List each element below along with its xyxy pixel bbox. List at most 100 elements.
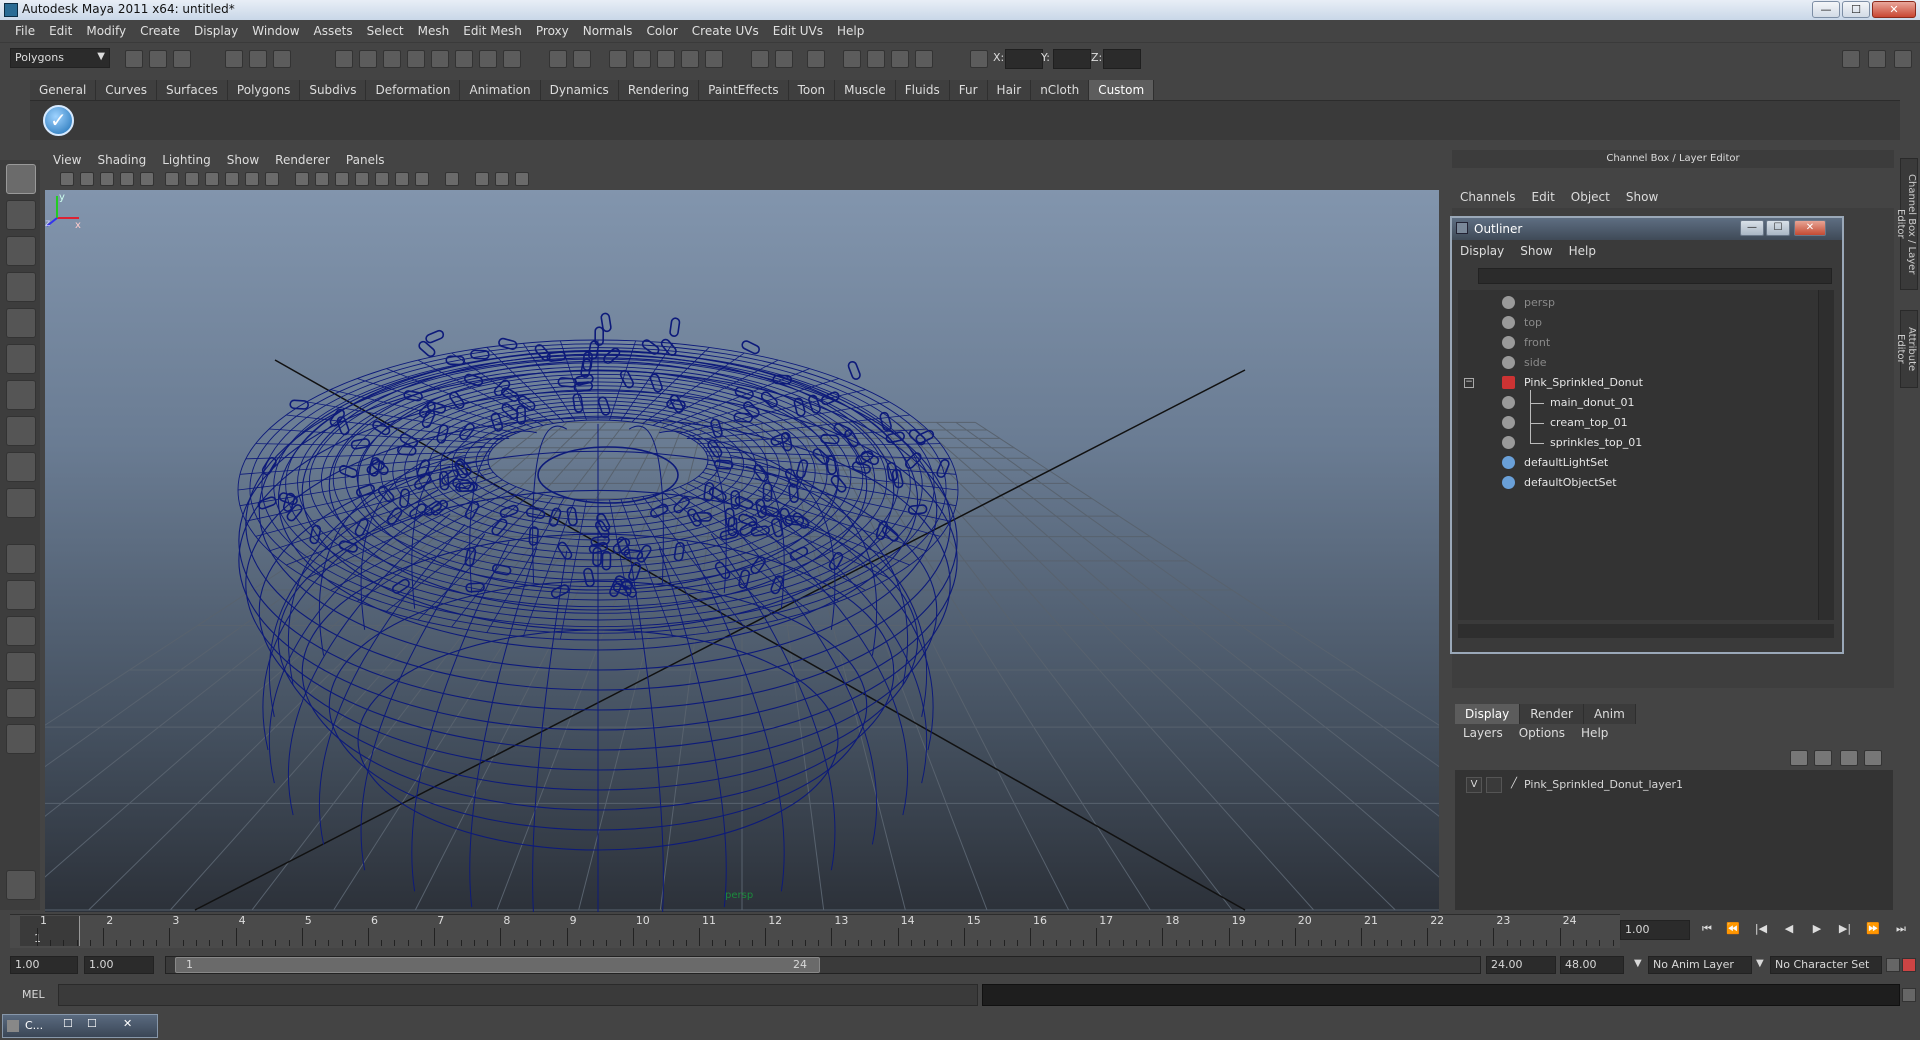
outliner-horizontal-scrollbar[interactable]: [1458, 624, 1834, 638]
camera-select-icon[interactable]: [60, 172, 74, 186]
character-set-dropdown-icon[interactable]: ▼: [1756, 958, 1764, 969]
select-tool-icon[interactable]: [6, 164, 36, 194]
render-settings-icon[interactable]: [915, 50, 933, 68]
output-ops-icon[interactable]: [775, 50, 793, 68]
field-chart-icon[interactable]: [225, 172, 239, 186]
custom-layout-icon[interactable]: [6, 724, 36, 754]
range-slider-handle[interactable]: 1 24: [175, 957, 820, 973]
select-dynamic-icon[interactable]: [455, 50, 473, 68]
step-back-key-icon[interactable]: |◀: [1752, 922, 1770, 938]
layer-tab-anim[interactable]: Anim: [1583, 704, 1636, 724]
select-handle-icon[interactable]: [335, 50, 353, 68]
viewport-menu-panels[interactable]: Panels: [338, 152, 393, 170]
image-plane-icon[interactable]: [120, 172, 134, 186]
command-input[interactable]: [58, 984, 978, 1006]
minimized-window[interactable]: C... ☐ ☐ ✕: [2, 1014, 158, 1038]
menu-assets[interactable]: Assets: [307, 24, 360, 38]
outliner-minimize-button[interactable]: —: [1740, 220, 1764, 236]
menu-set-dropdown[interactable]: Polygons ▼: [10, 48, 110, 68]
outliner-item-sprinkles-top[interactable]: sprinkles_top_01: [1458, 434, 1818, 452]
close-icon[interactable]: ✕: [123, 1017, 132, 1030]
viewport-menu-renderer[interactable]: Renderer: [267, 152, 338, 170]
side-tab-attribute-editor[interactable]: Attribute Editor: [1895, 310, 1918, 388]
channel-box-menu-object[interactable]: Object: [1563, 190, 1618, 208]
smooth-shading-icon[interactable]: [315, 172, 329, 186]
rotate-tool-icon[interactable]: [6, 308, 36, 338]
select-surface-icon[interactable]: [407, 50, 425, 68]
single-perspective-layout-icon[interactable]: [6, 544, 36, 574]
outliner-vertical-scrollbar[interactable]: [1818, 290, 1834, 620]
outliner-title-bar[interactable]: Outliner — ☐ ✕: [1452, 218, 1842, 240]
new-layer-from-selected-icon[interactable]: [1864, 750, 1882, 766]
menu-edit-uvs[interactable]: Edit UVs: [766, 24, 830, 38]
isolate-select-icon[interactable]: [445, 172, 459, 186]
shadows-icon[interactable]: [415, 172, 429, 186]
go-to-end-icon[interactable]: ⏭: [1892, 922, 1910, 938]
time-slider[interactable]: [10, 914, 1620, 948]
step-forward-key-icon[interactable]: ▶|: [1836, 922, 1854, 938]
shelf-tab-fluids[interactable]: Fluids: [895, 80, 950, 100]
outliner-filter-input[interactable]: [1478, 268, 1832, 284]
outliner-item-default-light-set[interactable]: defaultLightSet: [1458, 454, 1818, 472]
layer-row[interactable]: V ╱ Pink_Sprinkled_Donut_layer1: [1458, 776, 1890, 794]
shelf-tab-surfaces[interactable]: Surfaces: [156, 80, 228, 100]
menu-modify[interactable]: Modify: [79, 24, 133, 38]
render-frame-icon[interactable]: [867, 50, 885, 68]
play-forwards-icon[interactable]: ▶: [1808, 922, 1826, 938]
outliner-item-pink-sprinkled-donut[interactable]: − Pink_Sprinkled_Donut: [1458, 374, 1818, 392]
move-layer-up-icon[interactable]: [1790, 750, 1808, 766]
menu-edit-mesh[interactable]: Edit Mesh: [456, 24, 529, 38]
resolution-gate-icon[interactable]: [185, 172, 199, 186]
persp-outliner-layout-icon[interactable]: [6, 616, 36, 646]
y-field[interactable]: [1053, 49, 1091, 69]
side-tab-channel-box[interactable]: Channel Box / Layer Editor: [1895, 158, 1918, 290]
paint-select-tool-icon[interactable]: [6, 236, 36, 266]
film-gate-icon[interactable]: [165, 172, 179, 186]
menu-normals[interactable]: Normals: [576, 24, 640, 38]
render-view-icon[interactable]: [843, 50, 861, 68]
menu-create-uvs[interactable]: Create UVs: [685, 24, 766, 38]
safe-action-icon[interactable]: [245, 172, 259, 186]
all-lights-icon[interactable]: [395, 172, 409, 186]
shelf-tab-fur[interactable]: Fur: [949, 80, 988, 100]
maximize-button[interactable]: ☐: [1842, 1, 1870, 18]
select-render-icon[interactable]: [479, 50, 497, 68]
script-editor-icon[interactable]: [1902, 988, 1916, 1002]
move-tool-icon[interactable]: [6, 272, 36, 302]
anim-layer-dropdown-icon[interactable]: ▼: [1634, 958, 1642, 969]
select-hierarchy-icon[interactable]: [225, 50, 243, 68]
xray-joints-icon[interactable]: [495, 172, 509, 186]
tool-settings-toggle-icon[interactable]: [1868, 50, 1886, 68]
make-live-icon[interactable]: [705, 50, 723, 68]
shelf-tab-ncloth[interactable]: nCloth: [1031, 80, 1090, 100]
construction-history-icon[interactable]: [807, 50, 825, 68]
persp-graph-layout-icon[interactable]: [6, 652, 36, 682]
playback-end-field[interactable]: 24.00: [1486, 956, 1556, 974]
close-button[interactable]: ✕: [1872, 1, 1916, 18]
playback-start-field[interactable]: 1.00: [84, 956, 154, 974]
menu-window[interactable]: Window: [245, 24, 306, 38]
checkmark-shelf-icon[interactable]: ✓: [43, 105, 74, 136]
select-deformer-icon[interactable]: [431, 50, 449, 68]
layer-display-type-toggle[interactable]: [1486, 777, 1502, 793]
play-backwards-icon[interactable]: ◀: [1780, 922, 1798, 938]
shelf-tab-subdivs[interactable]: Subdivs: [300, 80, 367, 100]
outliner-item-main-donut[interactable]: main_donut_01: [1458, 394, 1818, 412]
outliner-menu-display[interactable]: Display: [1452, 244, 1512, 262]
quick-layout-icon[interactable]: [6, 870, 36, 900]
shelf-tab-muscle[interactable]: Muscle: [835, 80, 896, 100]
auto-key-icon[interactable]: [1886, 958, 1900, 972]
channel-box-toggle-icon[interactable]: [1894, 50, 1912, 68]
soft-mod-tool-icon[interactable]: [6, 416, 36, 446]
snap-plane-icon[interactable]: [681, 50, 699, 68]
viewport-menu-view[interactable]: View: [45, 152, 89, 170]
layer-tab-render[interactable]: Render: [1520, 704, 1584, 724]
shelf-tab-rendering[interactable]: Rendering: [618, 80, 700, 100]
manipulator-tool-icon[interactable]: [6, 380, 36, 410]
animation-preferences-icon[interactable]: [1902, 958, 1916, 972]
select-component-icon[interactable]: [273, 50, 291, 68]
scale-tool-icon[interactable]: [6, 344, 36, 374]
layer-color-swatch[interactable]: ╱: [1506, 777, 1522, 793]
new-layer-icon[interactable]: [1840, 750, 1858, 766]
hud-icon[interactable]: [515, 172, 529, 186]
